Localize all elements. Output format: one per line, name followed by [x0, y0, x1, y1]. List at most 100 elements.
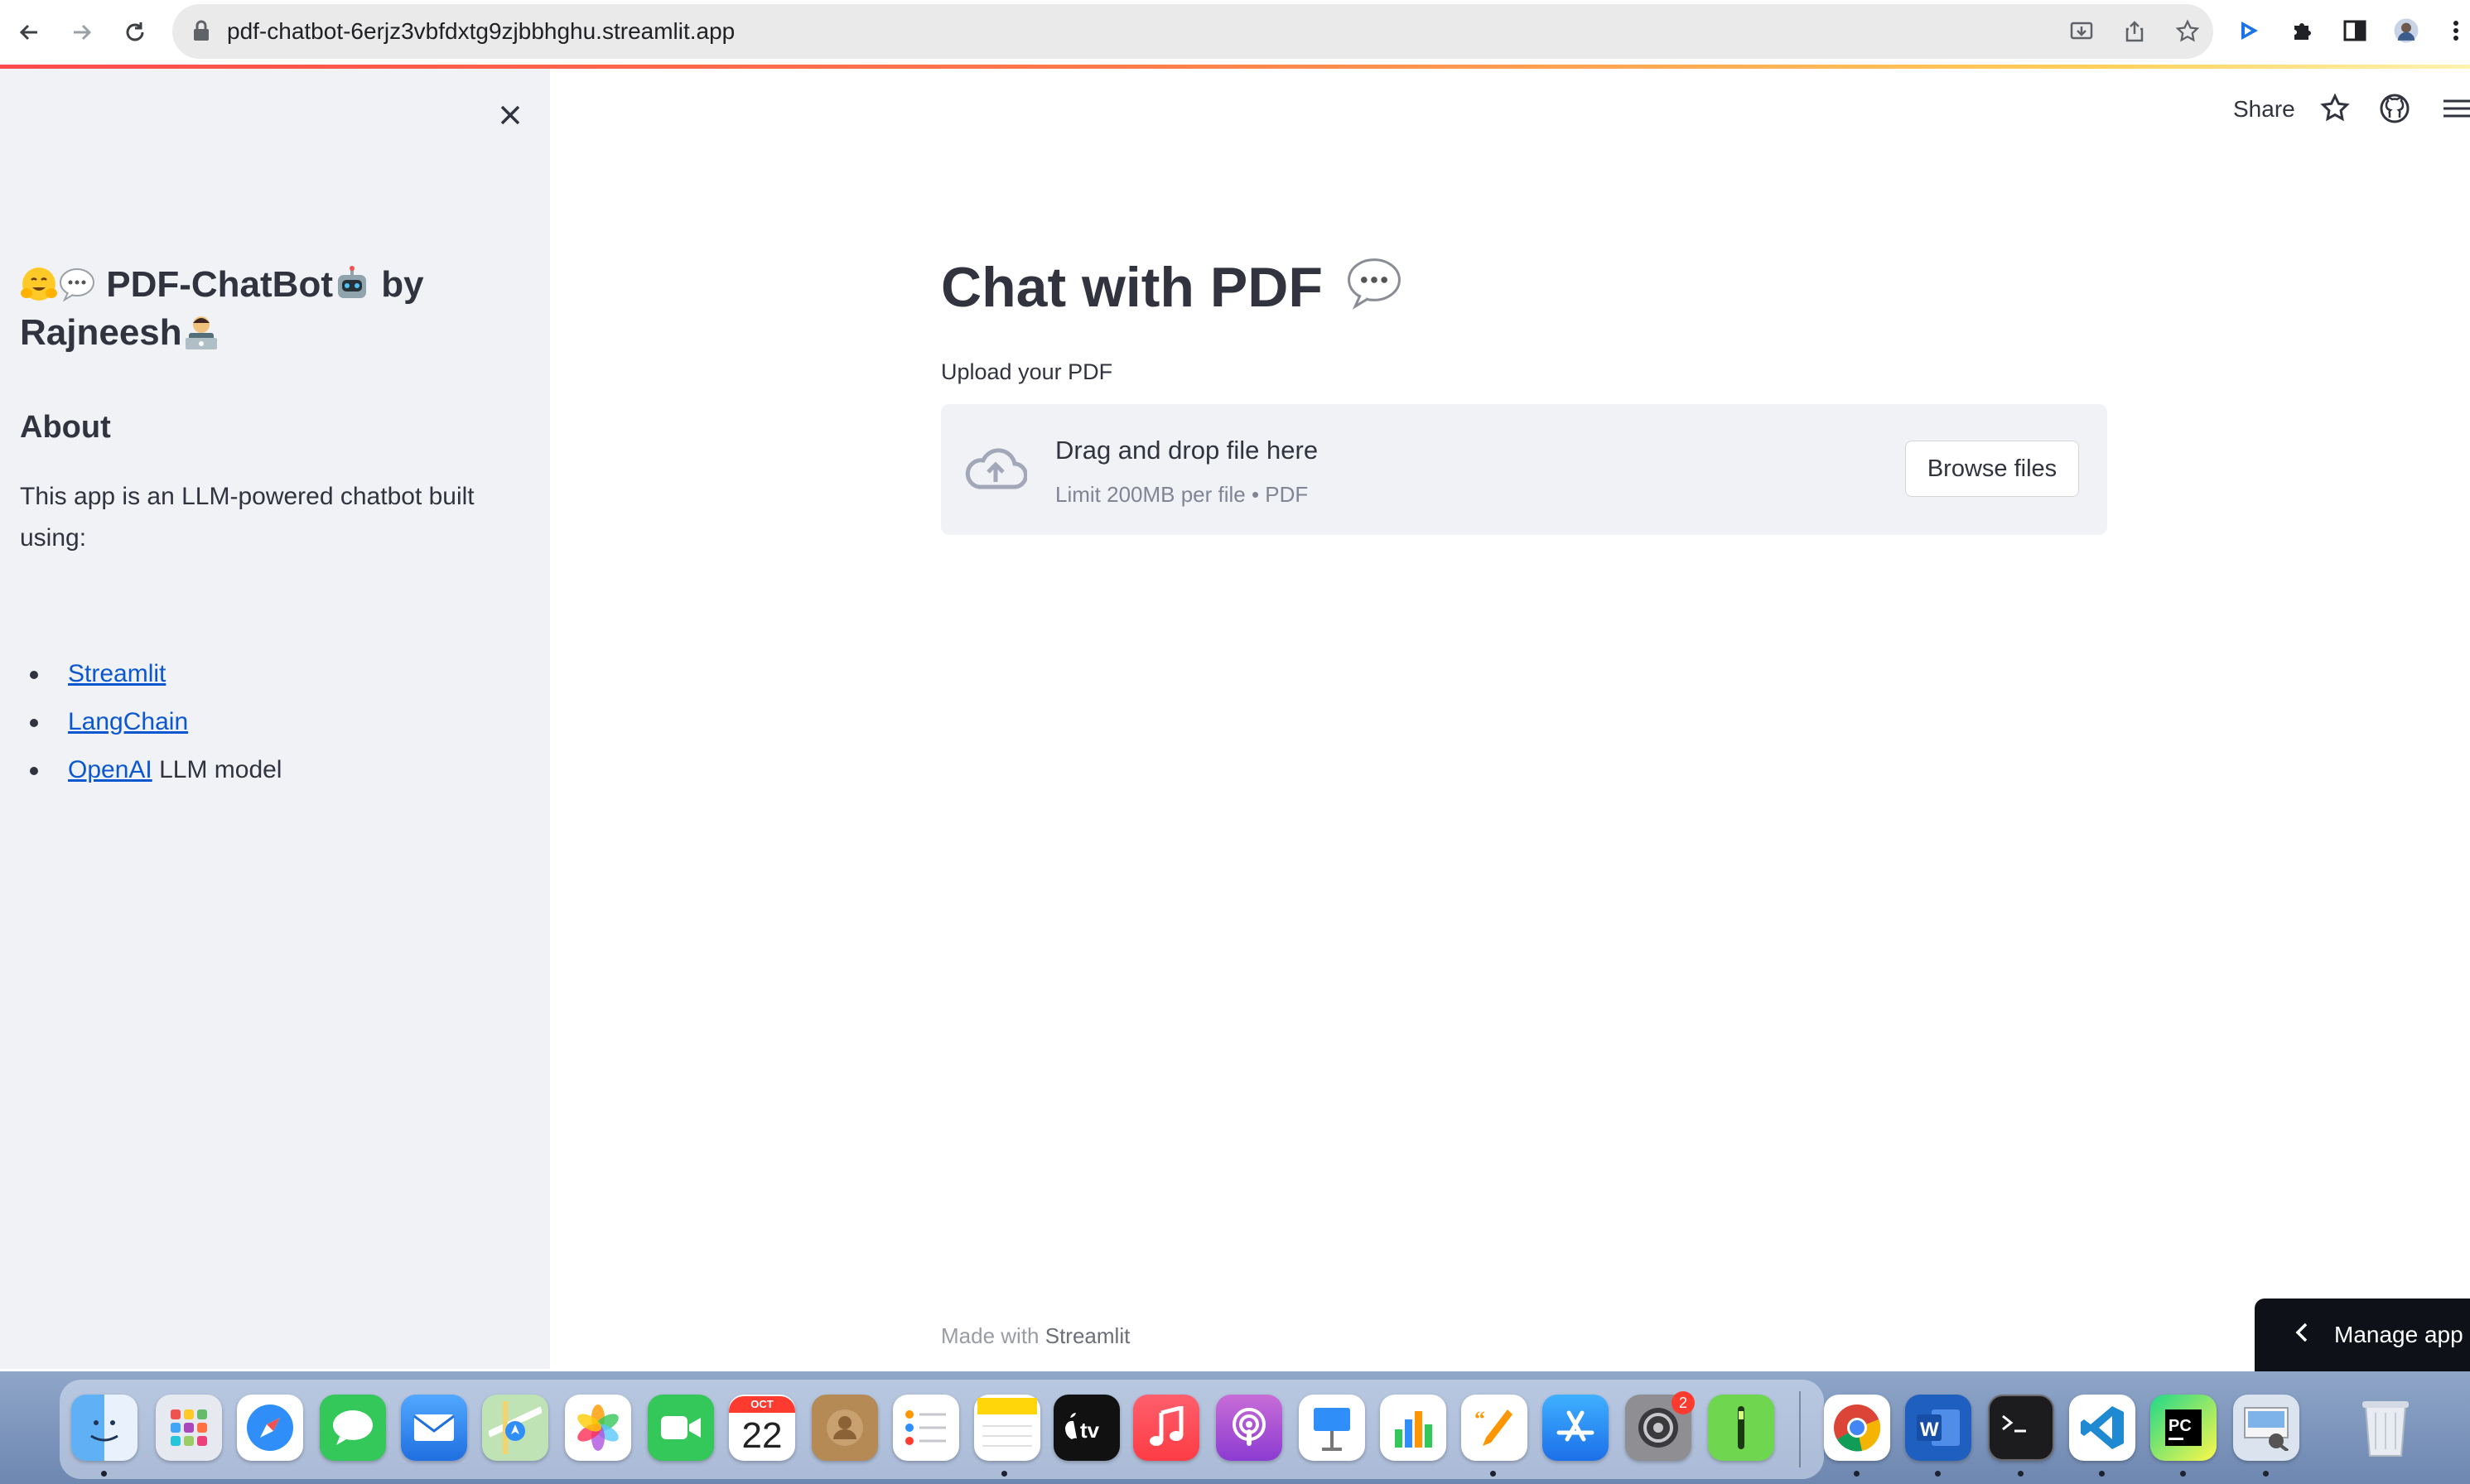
running-indicator	[1001, 1471, 1007, 1477]
back-arrow-icon[interactable]	[8, 12, 50, 53]
terminal-icon[interactable]	[1988, 1395, 2054, 1461]
reload-icon[interactable]	[114, 12, 156, 53]
bullet-icon	[30, 719, 38, 727]
address-bar[interactable]: pdf-chatbot-6erjz3vbfdxtg9zjbbhghu.strea…	[172, 4, 2213, 59]
upload-label: Upload your PDF	[941, 359, 1113, 384]
sidebar: PDF-ChatBot by Rajneesh About This app i…	[0, 69, 550, 1369]
technologist-emoji-icon	[185, 316, 217, 349]
robot-emoji-icon	[337, 266, 366, 298]
side-panel-icon[interactable]	[2341, 17, 2369, 45]
contacts-icon[interactable]	[812, 1395, 878, 1461]
finder-icon[interactable]	[71, 1395, 137, 1461]
about-description: This app is an LLM-powered chatbot built…	[20, 483, 475, 552]
running-indicator	[1854, 1471, 1860, 1477]
calendar-day: 22	[741, 1415, 783, 1456]
running-indicator	[2263, 1471, 2269, 1477]
photos-icon[interactable]	[565, 1395, 631, 1461]
manage-app-button[interactable]: Manage app	[2255, 1298, 2470, 1371]
vscode-icon[interactable]	[2069, 1395, 2135, 1461]
facetime-icon[interactable]	[648, 1395, 714, 1461]
title-text-part1: PDF-ChatBot	[106, 264, 333, 305]
running-indicator	[1490, 1471, 1496, 1477]
svg-text:W: W	[1920, 1419, 1939, 1441]
manage-app-label: Manage app	[2334, 1322, 2463, 1347]
github-icon[interactable]	[2379, 93, 2410, 124]
file-dropzone[interactable]: Drag and drop file here Limit 200MB per …	[941, 404, 2107, 535]
url-text[interactable]: pdf-chatbot-6erjz3vbfdxtg9zjbbhghu.strea…	[227, 18, 735, 45]
footer-prefix: Made with	[941, 1323, 1045, 1348]
running-indicator	[2018, 1471, 2024, 1477]
browser-menu-dots-icon[interactable]	[2442, 17, 2470, 45]
running-indicator	[101, 1471, 107, 1477]
link-suffix: LLM model	[152, 756, 282, 783]
page-title-text: Chat with PDF	[941, 256, 1323, 319]
list-item: OpenAI LLM model	[20, 746, 282, 794]
footer-streamlit-link[interactable]: Streamlit	[1045, 1323, 1131, 1348]
messages-icon[interactable]	[320, 1395, 386, 1461]
forward-arrow-icon[interactable]	[61, 12, 103, 53]
reminders-icon[interactable]	[893, 1395, 959, 1461]
launchpad-icon[interactable]	[156, 1395, 222, 1461]
install-app-icon[interactable]	[2069, 19, 2094, 44]
share-button[interactable]: Share	[2233, 96, 2295, 123]
sidebar-title: PDF-ChatBot by Rajneesh	[20, 261, 484, 357]
safari-icon[interactable]	[237, 1395, 303, 1461]
dropzone-limit: Limit 200MB per file • PDF	[1055, 482, 1309, 507]
share-page-icon[interactable]	[2122, 19, 2147, 44]
hamburger-menu-icon[interactable]	[2442, 93, 2470, 124]
preview-icon[interactable]	[2233, 1395, 2299, 1461]
running-indicator	[2180, 1471, 2186, 1477]
tv-icon[interactable]: tv	[1054, 1395, 1120, 1461]
hugging-face-emoji-icon	[21, 267, 57, 301]
openai-link[interactable]: OpenAI	[68, 756, 152, 783]
extensions-puzzle-icon[interactable]	[2288, 17, 2316, 45]
cloud-upload-icon	[964, 446, 1028, 496]
notes-icon[interactable]	[974, 1395, 1040, 1461]
running-indicator	[1935, 1471, 1941, 1477]
list-item: Streamlit	[20, 650, 282, 698]
settings-badge: 2	[1672, 1391, 1695, 1414]
pycharm-icon[interactable]: PC	[2150, 1395, 2217, 1461]
title-text-part3: Rajneesh	[20, 312, 182, 353]
browse-files-button[interactable]: Browse files	[1905, 441, 2079, 497]
list-item: LangChain	[20, 698, 282, 746]
langchain-link[interactable]: LangChain	[68, 708, 188, 735]
dropzone-instructions: Drag and drop file here	[1055, 436, 1319, 465]
word-icon[interactable]: W	[1905, 1395, 1971, 1461]
chrome-icon[interactable]	[1824, 1395, 1890, 1461]
browser-toolbar: pdf-chatbot-6erjz3vbfdxtg9zjbbhghu.strea…	[0, 0, 2470, 65]
speech-bubble-icon	[1347, 258, 1401, 310]
star-icon[interactable]	[2319, 93, 2351, 124]
tech-list: Streamlit LangChain OpenAI LLM model	[20, 650, 282, 794]
pages-icon[interactable]: “	[1461, 1395, 1527, 1461]
page-title: Chat with PDF	[941, 253, 1405, 320]
bullet-icon	[30, 671, 38, 679]
svg-text:“: “	[1474, 1407, 1485, 1431]
podcasts-icon[interactable]	[1216, 1395, 1282, 1461]
music-icon[interactable]	[1133, 1395, 1199, 1461]
maps-icon[interactable]	[482, 1395, 548, 1461]
speech-bubble-emoji-icon	[60, 268, 94, 302]
gauge-app-icon[interactable]	[1708, 1395, 1774, 1461]
about-heading: About	[20, 410, 111, 445]
extension-play-icon[interactable]	[2235, 17, 2263, 45]
calendar-icon[interactable]: OCT 22	[729, 1395, 795, 1461]
bullet-icon	[30, 767, 38, 775]
numbers-icon[interactable]	[1380, 1395, 1446, 1461]
profile-avatar[interactable]	[2392, 17, 2420, 45]
title-text-part2: by	[370, 264, 424, 305]
mail-icon[interactable]	[401, 1395, 467, 1461]
close-sidebar-icon[interactable]	[494, 99, 527, 132]
footer: Made with Streamlit	[941, 1323, 1130, 1349]
svg-text:PC: PC	[2168, 1417, 2192, 1435]
lock-icon	[192, 19, 210, 46]
bookmark-star-icon[interactable]	[2175, 19, 2200, 44]
streamlit-link[interactable]: Streamlit	[68, 660, 166, 687]
app-store-icon[interactable]	[1542, 1395, 1609, 1461]
calendar-month: OCT	[729, 1396, 795, 1413]
running-indicator	[2099, 1471, 2105, 1477]
dock-separator	[1799, 1391, 1801, 1467]
keynote-icon[interactable]	[1299, 1395, 1365, 1461]
chevron-left-icon	[2294, 1322, 2309, 1349]
trash-icon[interactable]	[2352, 1395, 2419, 1461]
